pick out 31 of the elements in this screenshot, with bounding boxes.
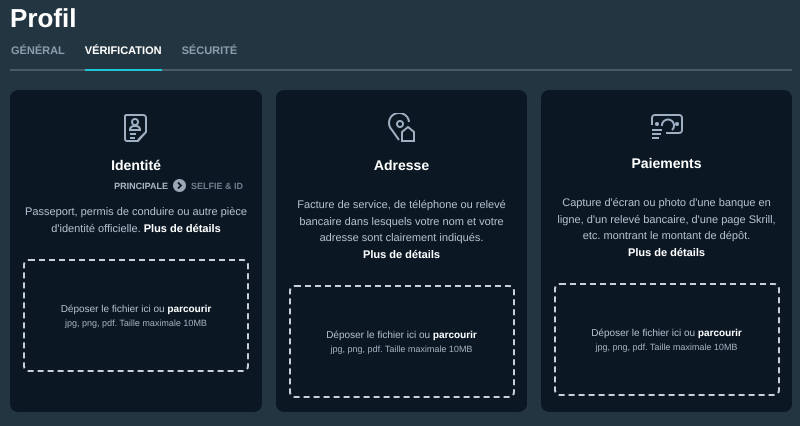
tab[interactable]: GÉNÉRAL [10,45,65,71]
drop-zone[interactable]: Déposer le fichier ici ou parcourir jpg, png, pdf. Taille maximale 10MB [288,285,514,398]
banknote-icon [650,113,684,141]
card-description: Capture d'écran ou photo d'une banque en ligne, d'un relevé bancaire, d'une page Skrill, etc. montrant le montant de dépôt. Plus de détails [556,196,777,260]
card-title: Identité [111,157,161,173]
location-home-icon [386,113,416,143]
browse-link[interactable]: parcourir [432,330,477,340]
drop-zone[interactable]: Déposer le fichier ici ou parcourir jpg, png, pdf. Taille maximale 10MB [23,259,249,372]
drop-instructions: Déposer le fichier ici ou parcourir [60,304,212,314]
page-title: Profil [10,2,78,34]
drop-zone[interactable]: Déposer le fichier ici ou parcourir jpg, png, pdf. Taille maximale 10MB [554,283,780,396]
step-label[interactable]: PRINCIPALE [114,180,168,190]
file-hint: jpg, png, pdf. Taille maximale 10MB [596,342,738,352]
browse-link[interactable]: parcourir [167,304,212,314]
card-title: Adresse [374,157,430,173]
card-description: Facture de service, de téléphone ou relevé bancaire dans lesquels votre nom et votre adresse sont clairement indiqués. Plus de détails [296,198,507,262]
file-hint: jpg, png, pdf. Taille maximale 10MB [65,318,207,328]
drop-instructions: Déposer le fichier ici ou parcourir [591,328,742,338]
tab[interactable]: SÉCURITÉ [182,45,238,71]
file-hint: jpg, png, pdf. Taille maximale 10MB [330,344,472,354]
details-link[interactable]: Plus de détails [628,246,706,258]
chevron-right-icon [172,179,186,192]
id-card-icon [123,113,149,143]
details-link[interactable]: Plus de détails [362,248,440,260]
details-link[interactable]: Plus de détails [144,222,221,234]
tab[interactable]: VÉRIFICATION [84,45,162,71]
browse-link[interactable]: parcourir [698,328,742,338]
card-title: Paiements [631,155,702,171]
card-description: Passeport, permis de conduire ou autre pièce d'identité officielle. Plus de détails [24,205,248,236]
step-label[interactable]: SELFIE & ID [190,180,243,190]
drop-instructions: Déposer le fichier ici ou parcourir [326,330,477,340]
